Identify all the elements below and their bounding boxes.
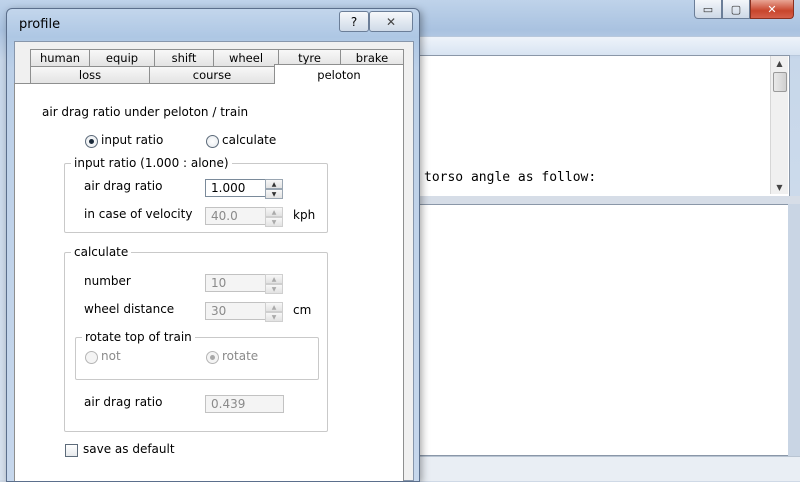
scrollbar-thumb[interactable] [773,72,787,92]
tab-shift[interactable]: shift [154,49,214,66]
rotate-group-title: rotate top of train [82,330,195,344]
velocity-unit: kph [293,208,316,222]
calculate-group-title: calculate [71,245,132,259]
calculate-label[interactable]: calculate [222,133,276,147]
velocity-input: 40.0 [205,207,270,225]
minimize-icon: ▭ [702,2,714,16]
result-air-drag-field: 0.439 [205,395,284,413]
help-button[interactable]: ? [339,11,369,32]
close-window-button[interactable]: ✕ [750,0,794,19]
save-default-label[interactable]: save as default [83,442,175,456]
not-rotate-label: not [101,349,121,363]
tab-peloton[interactable]: peloton [274,64,404,84]
maximize-button[interactable]: ▢ [722,0,750,19]
dialog-close-button[interactable]: ✕ [369,11,413,32]
input-ratio-radio[interactable] [85,135,98,148]
input-ratio-group-title: input ratio (1.000 : alone) [71,156,232,170]
save-default-checkbox[interactable] [65,444,78,457]
section-title: air drag ratio under peloton / train [42,105,249,119]
wheel-distance-input: 30 [205,302,270,320]
main-toolbar [418,36,800,56]
tab-human[interactable]: human [30,49,90,66]
close-icon: ✕ [385,14,397,29]
pane-splitter[interactable] [418,196,800,204]
rotate-radio [206,351,219,364]
spin-down-icon: ▼ [265,284,283,294]
window-border [788,204,800,480]
velocity-label: in case of velocity [84,207,193,221]
minimize-button[interactable]: ▭ [694,0,722,19]
spin-down-icon[interactable]: ▼ [265,189,283,199]
wheel-distance-label: wheel distance [84,302,175,316]
spin-down-icon: ▼ [265,217,283,227]
spin-up-icon[interactable]: ▲ [265,179,283,189]
input-ratio-label[interactable]: input ratio [101,133,163,147]
help-icon: ? [350,14,358,29]
spin-down-icon: ▼ [265,312,283,322]
number-label: number [84,274,131,288]
tab-wheel[interactable]: wheel [213,49,279,66]
scroll-up-arrow-icon[interactable]: ▲ [771,56,788,70]
calculate-radio[interactable] [206,135,219,148]
result-air-drag-label: air drag ratio [84,395,163,409]
air-drag-ratio-label: air drag ratio [84,179,163,193]
number-input: 10 [205,274,270,292]
tab-equip[interactable]: equip [89,49,155,66]
not-rotate-radio [85,351,98,364]
vertical-scrollbar[interactable]: ▲ ▼ [770,56,788,194]
wheel-distance-unit: cm [293,303,312,317]
close-icon: ✕ [767,2,777,16]
spin-up-icon: ▲ [265,302,283,312]
air-drag-ratio-input[interactable]: 1.000 [205,179,270,197]
maximize-icon: ▢ [730,2,742,16]
output-text-line: torso angle as follow: [424,170,597,185]
spin-up-icon: ▲ [265,207,283,217]
status-bar [418,456,800,481]
input-ratio-group: input ratio (1.000 : alone) [64,156,328,233]
tab-loss[interactable]: loss [30,66,150,83]
scroll-down-arrow-icon[interactable]: ▼ [771,180,788,194]
dialog-title: profile [19,17,61,32]
spin-up-icon: ▲ [265,274,283,284]
rotate-label: rotate [222,349,259,363]
input-text-pane[interactable] [418,204,790,456]
tab-course[interactable]: course [149,66,275,83]
main-window-caption-buttons: ▭ ▢ ✕ [694,0,794,19]
